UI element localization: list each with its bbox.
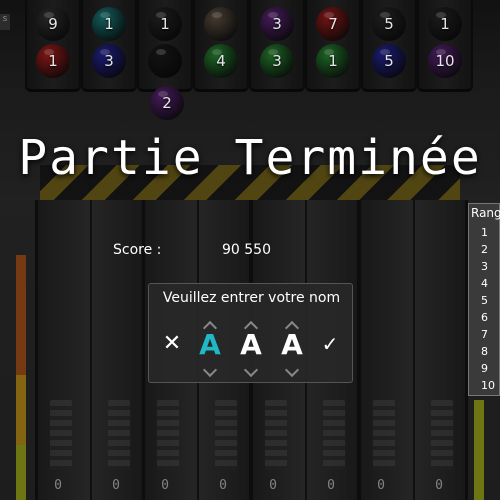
letter-3-up-arrow-icon[interactable] xyxy=(285,320,299,328)
rank-row: 1 xyxy=(481,226,488,239)
name-letter-1[interactable]: A xyxy=(196,328,224,361)
rank-row: 8 xyxy=(481,345,488,358)
letter-3-down-arrow-icon[interactable] xyxy=(285,368,299,376)
name-letter-2[interactable]: A xyxy=(237,328,265,361)
ball-number: 9 xyxy=(48,15,58,33)
ball-number: 3 xyxy=(272,15,282,33)
rank-row: 10 xyxy=(481,379,495,392)
name-letter-3[interactable]: A xyxy=(278,328,306,361)
score-value: 90 550 xyxy=(222,242,271,258)
rank-row: 5 xyxy=(481,294,488,307)
rank-row: 9 xyxy=(481,362,488,375)
rank-row: 2 xyxy=(481,243,488,256)
ball-number: 1 xyxy=(328,52,338,70)
ball-number: 1 xyxy=(160,15,170,33)
ball-number: 1 xyxy=(440,15,450,33)
rank-row: 4 xyxy=(481,277,488,290)
ball-number: 5 xyxy=(384,15,394,33)
letter-2-up-arrow-icon[interactable] xyxy=(244,320,258,328)
letter-1-up-arrow-icon[interactable] xyxy=(203,320,217,328)
ball-number: 1 xyxy=(48,52,58,70)
rank-row: 3 xyxy=(481,260,488,273)
rank-row: 6 xyxy=(481,311,488,324)
ball-number: 2 xyxy=(162,94,172,112)
rank-panel: Rang 1 2 3 4 5 6 7 8 9 10 xyxy=(468,203,500,396)
ball-number: 3 xyxy=(104,52,114,70)
ball-number: 5 xyxy=(384,52,394,70)
ball-number: 1 xyxy=(104,15,114,33)
game-board: 9 1 1 3 1 4 3 3 7 1 5 5 1 10 2 s 0 0 0 0 0 0 0 0 Parti… xyxy=(0,0,500,500)
score-label: Score : xyxy=(113,242,162,258)
letter-1-down-arrow-icon[interactable] xyxy=(203,368,217,376)
confirm-button[interactable]: ✓ xyxy=(319,333,341,355)
game-over-title: Partie Terminée xyxy=(18,130,482,186)
name-entry-panel: Veuillez entrer votre nom ✕ A A A ✓ xyxy=(148,283,353,383)
rank-row: 7 xyxy=(481,328,488,341)
ball-number: 4 xyxy=(216,52,226,70)
rank-header: Rang xyxy=(471,206,500,220)
cancel-button[interactable]: ✕ xyxy=(161,333,183,355)
ball-number: 7 xyxy=(328,15,338,33)
letter-2-down-arrow-icon[interactable] xyxy=(244,368,258,376)
ball-number: 3 xyxy=(272,52,282,70)
name-prompt: Veuillez entrer votre nom xyxy=(162,290,341,306)
ball-number: 10 xyxy=(435,52,455,70)
